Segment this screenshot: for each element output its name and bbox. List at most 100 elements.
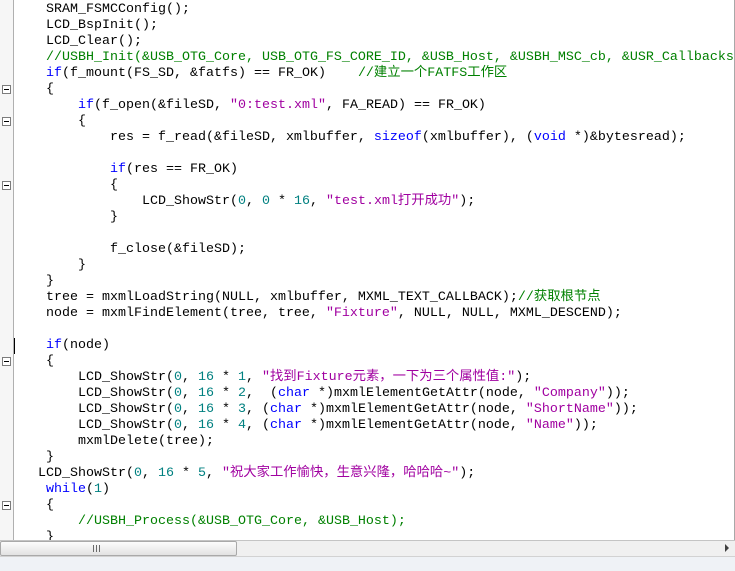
- code-text: LCD_ShowStr(: [14, 402, 174, 417]
- code-line[interactable]: [14, 322, 734, 338]
- code-text: }: [14, 258, 86, 273]
- fold-collapse-icon[interactable]: [2, 181, 11, 190]
- code-keyword: if: [109, 162, 126, 177]
- code-line[interactable]: //USBH_Init(&USB_OTG_Core, USB_OTG_FS_CO…: [14, 50, 734, 66]
- code-number: 0: [133, 466, 142, 481]
- code-number: 16: [157, 466, 174, 481]
- code-line[interactable]: LCD_ShowStr(0, 16 * 2, (char *)mxmlEleme…: [14, 386, 734, 402]
- code-number: 16: [197, 370, 214, 385]
- code-text: , FA_READ) == FR_OK): [325, 98, 486, 113]
- code-line[interactable]: }: [14, 530, 734, 540]
- code-text: f_close(&fileSD);: [14, 242, 246, 257]
- code-line[interactable]: if(f_mount(FS_SD, &fatfs) == FR_OK) //建立…: [14, 66, 734, 82]
- fold-collapse-icon[interactable]: [2, 117, 11, 126]
- code-line[interactable]: res = f_read(&fileSD, xmlbuffer, sizeof(…: [14, 130, 734, 146]
- code-text: , (: [245, 418, 270, 433]
- code-text: );: [459, 466, 476, 481]
- code-line[interactable]: [14, 226, 734, 242]
- code-line[interactable]: node = mxmlFindElement(tree, tree, "Fixt…: [14, 306, 734, 322]
- code-viewport[interactable]: SRAM_FSMCConfig(); LCD_BspInit(); LCD_Cl…: [0, 0, 735, 540]
- code-line[interactable]: LCD_ShowStr(0, 0 * 16, "test.xml打开成功");: [14, 194, 734, 210]
- code-number: 0: [173, 370, 182, 385]
- fold-collapse-icon[interactable]: [2, 85, 11, 94]
- code-text: (f_open(&fileSD,: [94, 98, 230, 113]
- scrollbar-thumb[interactable]: [0, 541, 237, 556]
- code-text: LCD_ShowStr(: [14, 194, 238, 209]
- horizontal-scrollbar[interactable]: [0, 540, 735, 556]
- code-comment: //USBH_Init(&USB_OTG_Core, USB_OTG_FS_CO…: [46, 50, 734, 65]
- code-line[interactable]: if(node): [14, 338, 734, 354]
- code-line[interactable]: //USBH_Process(&USB_OTG_Core, &USB_Host)…: [14, 514, 734, 530]
- code-text: ));: [573, 418, 598, 433]
- code-text: {: [14, 178, 118, 193]
- code-line[interactable]: }: [14, 274, 734, 290]
- editor-bottom-bar: [0, 556, 735, 571]
- code-text: }: [14, 274, 54, 289]
- scroll-right-button[interactable]: [719, 541, 735, 556]
- code-line[interactable]: if(f_open(&fileSD, "0:test.xml", FA_READ…: [14, 98, 734, 114]
- code-text: LCD_ShowStr(: [14, 466, 134, 481]
- code-line[interactable]: if(res == FR_OK): [14, 162, 734, 178]
- code-line[interactable]: {: [14, 82, 734, 98]
- code-text: ,: [181, 418, 198, 433]
- code-text: );: [515, 370, 532, 385]
- code-line[interactable]: }: [14, 450, 734, 466]
- code-line[interactable]: LCD_ShowStr(0, 16 * 4, (char *)mxmlEleme…: [14, 418, 734, 434]
- code-line[interactable]: while(1): [14, 482, 734, 498]
- code-number: 16: [197, 418, 214, 433]
- code-area[interactable]: SRAM_FSMCConfig(); LCD_BspInit(); LCD_Cl…: [14, 2, 734, 540]
- code-comment: //获取根节点: [517, 290, 601, 305]
- code-number: 0: [173, 402, 182, 417]
- code-text: mxmlDelete(tree);: [14, 434, 214, 449]
- code-number: 5: [197, 466, 206, 481]
- code-text: ,: [181, 402, 198, 417]
- code-line[interactable]: tree = mxmlLoadString(NULL, xmlbuffer, M…: [14, 290, 734, 306]
- code-keyword: if: [46, 66, 62, 81]
- code-line[interactable]: LCD_ShowStr(0, 16 * 3, (char *)mxmlEleme…: [14, 402, 734, 418]
- code-text: *: [213, 418, 238, 433]
- code-text: LCD_ShowStr(: [14, 386, 174, 401]
- code-keyword: void: [533, 130, 566, 145]
- code-text: *)mxmlElementGetAttr(node,: [301, 402, 526, 417]
- code-line[interactable]: LCD_ShowStr(0, 16 * 5, "祝大家工作愉快，生意兴隆，哈哈哈…: [14, 466, 734, 482]
- code-line[interactable]: LCD_Clear();: [14, 34, 734, 50]
- fold-collapse-icon[interactable]: [2, 357, 11, 366]
- code-number: 1: [94, 482, 102, 497]
- scroll-grip-icon: [93, 545, 100, 552]
- code-line[interactable]: {: [14, 498, 734, 514]
- code-text: }: [14, 210, 118, 225]
- code-text: ,: [181, 386, 198, 401]
- code-text: }: [14, 450, 54, 465]
- code-line[interactable]: {: [14, 354, 734, 370]
- code-text: }: [14, 530, 54, 540]
- code-text: ,: [309, 194, 326, 209]
- code-line[interactable]: {: [14, 178, 734, 194]
- code-number: 4: [237, 418, 246, 433]
- code-number: 16: [293, 194, 310, 209]
- code-line[interactable]: f_close(&fileSD);: [14, 242, 734, 258]
- code-keyword: char: [269, 402, 302, 417]
- code-line[interactable]: [14, 146, 734, 162]
- code-keyword: char: [277, 386, 310, 401]
- code-text: (res == FR_OK): [125, 162, 238, 177]
- code-line[interactable]: }: [14, 258, 734, 274]
- fold-gutter[interactable]: [0, 0, 14, 540]
- code-line[interactable]: {: [14, 114, 734, 130]
- code-editor[interactable]: SRAM_FSMCConfig(); LCD_BspInit(); LCD_Cl…: [0, 0, 735, 571]
- code-line[interactable]: LCD_BspInit();: [14, 18, 734, 34]
- code-keyword: if: [46, 338, 62, 353]
- code-line[interactable]: mxmlDelete(tree);: [14, 434, 734, 450]
- code-line[interactable]: }: [14, 210, 734, 226]
- code-line[interactable]: LCD_ShowStr(0, 16 * 1, "找到Fixture元素，一下为三…: [14, 370, 734, 386]
- code-line[interactable]: SRAM_FSMCConfig();: [14, 2, 734, 18]
- code-number: 2: [237, 386, 246, 401]
- text-caret: [14, 338, 15, 354]
- code-text: {: [14, 498, 54, 513]
- code-text: , (: [245, 386, 278, 401]
- code-number: 0: [173, 418, 182, 433]
- fold-collapse-icon[interactable]: [2, 501, 11, 510]
- code-keyword: while: [46, 482, 86, 497]
